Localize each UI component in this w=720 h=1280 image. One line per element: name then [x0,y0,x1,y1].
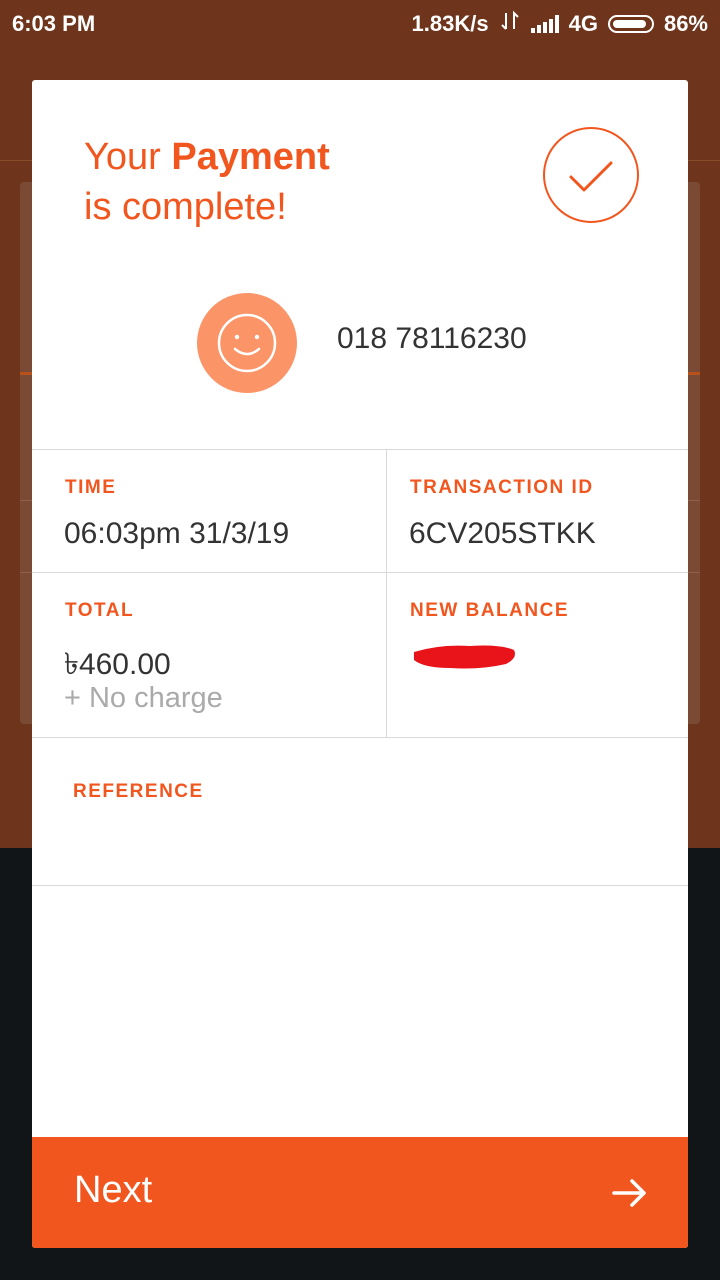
next-button-label: Next [74,1169,153,1211]
status-speed: 1.83K/s [411,11,489,36]
battery-icon [607,15,654,33]
data-transfer-icon [499,10,521,38]
signal-icon [530,15,559,33]
status-time: 6:03 PM [12,11,96,36]
new-balance-label: NEW BALANCE [410,600,569,621]
battery-percent: 86% [663,11,708,36]
redacted-balance [410,640,520,679]
title-suffix: is complete! [84,186,287,228]
status-bar: 6:03 PM 1.83K/s 4G 86% [0,0,720,48]
smiley-icon [197,293,297,393]
divider [32,885,688,886]
dialog-title: Your Payment is complete! [84,132,330,232]
divider [32,737,688,738]
title-bold: Payment [171,136,330,178]
network-type: 4G [568,11,598,36]
divider [386,449,387,737]
next-button[interactable]: Next [32,1137,688,1248]
title-prefix: Your [84,136,172,178]
reference-label: REFERENCE [73,781,204,802]
payment-complete-dialog: Your Payment is complete! 018 78116230 T… [32,80,688,1248]
recipient-number: 018 78116230 [337,322,527,355]
total-label: TOTAL [65,600,135,621]
transaction-id-label: TRANSACTION ID [410,477,594,498]
transaction-id-value: 6CV205STKK [409,517,596,550]
status-icons: 1.83K/s 4G 86% [412,10,708,38]
total-note: + No charge [64,682,223,714]
time-value: 06:03pm 31/3/19 [64,517,290,550]
divider [32,572,688,573]
arrow-right-icon [610,1173,650,1218]
divider [32,449,688,450]
check-icon [543,127,639,223]
time-label: TIME [65,477,117,498]
